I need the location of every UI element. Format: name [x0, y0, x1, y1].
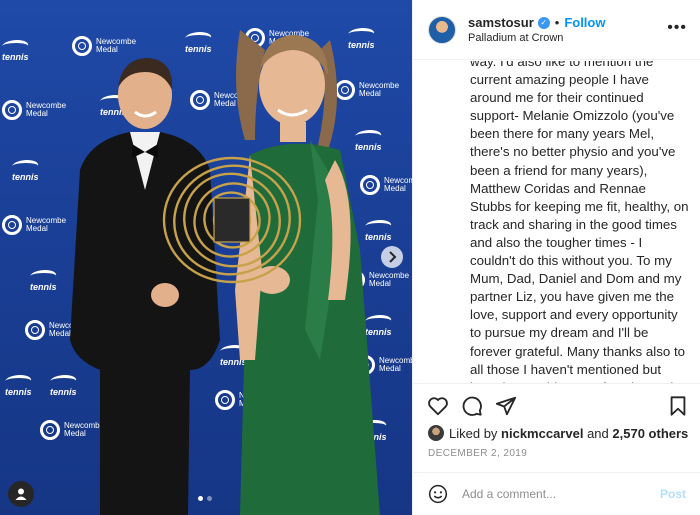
- tennis-swoosh-icon: [2, 375, 34, 387]
- post-comment-button[interactable]: Post: [660, 487, 686, 501]
- comment-input[interactable]: [462, 487, 660, 501]
- action-bar: [413, 385, 700, 429]
- post-photo[interactable]: tennis NewcombeMedal tennis NewcombeMedal te…: [0, 0, 412, 515]
- bookmark-icon[interactable]: [667, 395, 689, 417]
- user-tag-button[interactable]: [8, 481, 34, 507]
- heart-icon[interactable]: [427, 395, 449, 417]
- caption-text: way. I'd also like to mention the curren…: [470, 61, 689, 383]
- tennis-swoosh-icon: [9, 160, 41, 172]
- newcombe-medal-logo: NewcombeMedal: [2, 100, 66, 120]
- tennis-swoosh-icon: [27, 270, 59, 282]
- tennis-logo: tennis: [27, 270, 59, 292]
- share-icon[interactable]: [495, 395, 517, 417]
- carousel-dot: [207, 496, 212, 501]
- comment-bar: Post: [413, 472, 700, 515]
- more-options-icon[interactable]: •••: [667, 20, 687, 36]
- likes-summary: Liked by nickmccarvel and 2,570 others: [428, 425, 688, 441]
- post-sidebar: samstosur ✓ • Follow Palladium at Crown …: [412, 0, 700, 515]
- likes-count-link[interactable]: 2,570 others: [612, 426, 688, 441]
- user-tag-icon: [15, 488, 27, 500]
- avatar[interactable]: [428, 15, 456, 44]
- follow-button[interactable]: Follow: [564, 15, 605, 30]
- tennis-logo: tennis: [2, 375, 34, 397]
- ring-icon: [40, 420, 60, 440]
- liker-avatar[interactable]: [428, 425, 444, 441]
- caption-scroll-area[interactable]: way. I'd also like to mention the curren…: [413, 61, 700, 384]
- carousel-dot: [198, 496, 203, 501]
- liker-username-link[interactable]: nickmccarvel: [501, 426, 583, 441]
- verified-badge-icon: ✓: [537, 16, 550, 29]
- ring-icon: [2, 215, 22, 235]
- tennis-logo: tennis: [0, 40, 31, 62]
- username-link[interactable]: samstosur: [468, 15, 534, 30]
- header-text: samstosur ✓ • Follow Palladium at Crown: [468, 15, 700, 44]
- header-separator: •: [554, 15, 560, 30]
- carousel-dots: [198, 496, 212, 501]
- likes-connector: and: [587, 425, 609, 441]
- post-header: samstosur ✓ • Follow Palladium at Crown …: [413, 0, 700, 60]
- ring-icon: [2, 100, 22, 120]
- post-date: DECEMBER 2, 2019: [428, 448, 528, 459]
- emoji-icon[interactable]: [428, 484, 448, 504]
- likes-prefix: Liked by: [449, 425, 498, 441]
- location-link[interactable]: Palladium at Crown: [468, 32, 700, 44]
- tennis-swoosh-icon: [0, 40, 31, 52]
- chevron-right-icon: [389, 251, 397, 263]
- header-row: samstosur ✓ • Follow: [468, 15, 700, 30]
- ring-icon: [25, 320, 45, 340]
- newcombe-medal-logo: NewcombeMedal: [2, 215, 66, 235]
- trophy: [162, 156, 302, 284]
- comment-icon[interactable]: [461, 395, 483, 417]
- tennis-logo: tennis: [9, 160, 41, 182]
- carousel-next-button[interactable]: [381, 246, 403, 268]
